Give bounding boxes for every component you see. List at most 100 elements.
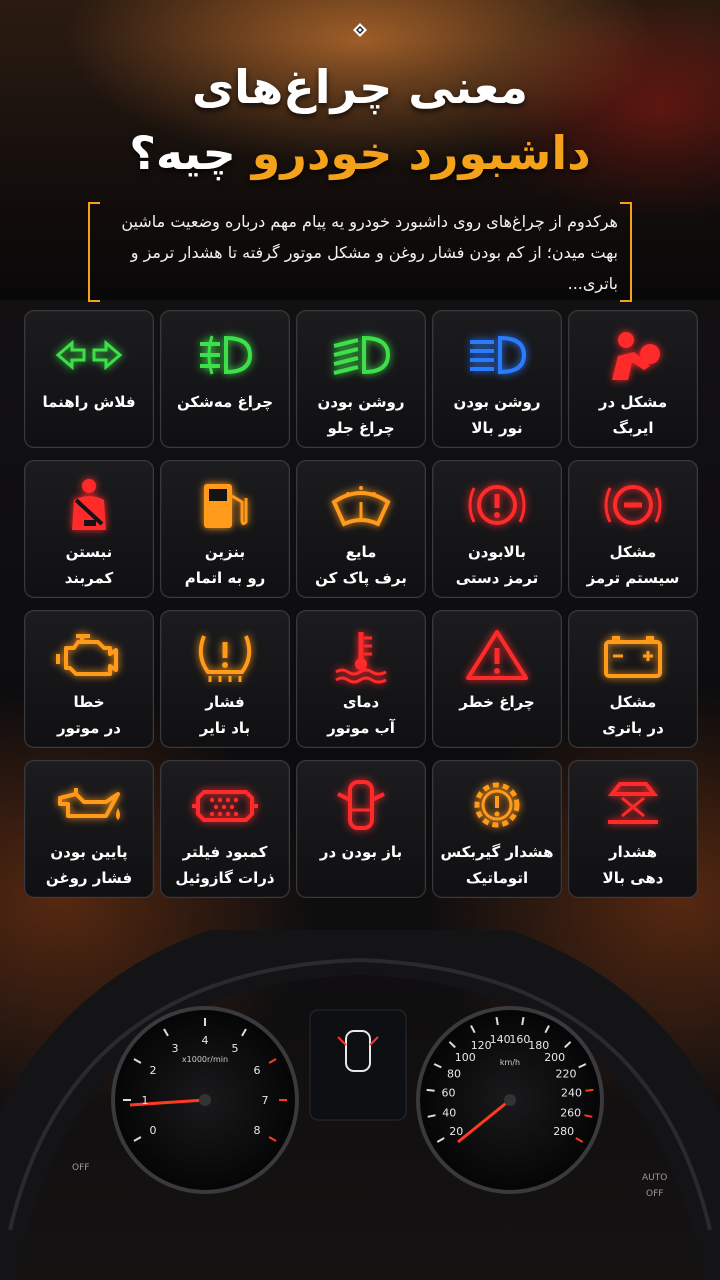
warning-card: مشکل در ایربگ xyxy=(568,310,698,448)
instrument-cluster: x1000r/min km/h 0 1 2 3 4 5 6 7 8 20 40 60 80 100120… xyxy=(0,930,720,1280)
warning-card: باز بودن در xyxy=(296,760,426,898)
warning-card-label-line1: مشکل در xyxy=(598,393,668,411)
diesel-filter-icon xyxy=(188,775,262,835)
warning-card-label-line2: رو به اتمام xyxy=(184,569,266,587)
warning-card: پایین بودن فشار روغن xyxy=(24,760,154,898)
speed-tick-mark xyxy=(521,1016,525,1026)
transmission-icon xyxy=(460,775,534,835)
warning-card: بالابودن ترمز دستی xyxy=(432,460,562,598)
warning-card-label: کمبود فیلتر ذرات گازوئیل xyxy=(163,839,287,891)
speed-tick-label: 40 xyxy=(442,1106,456,1119)
warning-card-label-line2: ترمز دستی xyxy=(455,569,539,587)
speed-tick-label: 100 xyxy=(455,1051,476,1064)
warning-card-label-line2: چراغ جلو xyxy=(327,419,395,437)
warning-card-label: نبستن کمربند xyxy=(27,539,151,591)
warning-card: چراغ مه‌شکن xyxy=(160,310,290,448)
warning-card-label-line1: نبستن xyxy=(65,543,113,561)
tach-tick-label: 4 xyxy=(202,1034,209,1047)
warning-card-label-line1: فلاش راهنما xyxy=(42,393,136,411)
warning-card: خطا در موتور xyxy=(24,610,154,748)
brand-logo-icon xyxy=(353,23,367,37)
title-highlight: داشبورد خودرو xyxy=(251,126,591,180)
bracket-left xyxy=(88,202,100,302)
warning-card-label-line2: باد تایر xyxy=(199,719,251,737)
tach-tick-label: 7 xyxy=(262,1094,269,1107)
warning-card-label: دمای آب موتور xyxy=(299,689,423,741)
warning-card-label-line1: روشن بودن xyxy=(317,393,405,411)
warning-card-label-line1: پایین بودن xyxy=(50,843,128,861)
warning-lights-grid: مشکل در ایربگ روشن بودن نور بالا روشن بودن چر… xyxy=(22,310,698,898)
fog-light-icon xyxy=(188,325,262,385)
turn-signal-icon xyxy=(52,325,126,385)
warning-card-label-line1: بنزین xyxy=(204,543,246,561)
warning-card-label: فشار باد تایر xyxy=(163,689,287,741)
speed-tick-label: 200 xyxy=(544,1051,565,1064)
page-title-line1: معنی چراغ‌های xyxy=(191,60,529,114)
headlight-icon xyxy=(324,325,398,385)
hazard-icon xyxy=(460,625,534,685)
speed-tick-mark xyxy=(585,1088,594,1092)
tire-pressure-icon xyxy=(188,625,262,685)
speed-tick-mark xyxy=(495,1016,499,1026)
warning-card-label-line1: خطا xyxy=(73,693,105,711)
tach-tick-label: 6 xyxy=(254,1064,261,1077)
warning-card-label: بنزین رو به اتمام xyxy=(163,539,287,591)
warning-card-label-line1: روشن بودن xyxy=(453,393,541,411)
warning-card-label-line2: سیستم ترمز xyxy=(586,569,680,587)
warning-card-label-line1: فشار xyxy=(205,693,245,711)
speed-tick-label: 80 xyxy=(447,1067,461,1080)
warning-card-label-line1: بالابودن xyxy=(468,543,526,561)
lift-warning-icon xyxy=(596,775,670,835)
warning-card-label-line1: دمای xyxy=(342,693,380,711)
description-box: هرکدوم از چراغ‌های روی داشبورد خودرو یه … xyxy=(88,202,632,302)
warning-card-label: مشکل سیستم ترمز xyxy=(571,539,695,591)
button-auto-right: AUTO xyxy=(642,1173,667,1183)
warning-card-label: مشکل در ایربگ xyxy=(571,389,695,441)
brake-system-icon xyxy=(596,475,670,535)
warning-card: چراغ خطر xyxy=(432,610,562,748)
warning-card: کمبود فیلتر ذرات گازوئیل xyxy=(160,760,290,898)
warning-card: هشدار دهی بالا xyxy=(568,760,698,898)
warning-card: مشکل سیستم ترمز xyxy=(568,460,698,598)
button-off-right: OFF xyxy=(646,1189,663,1199)
fuel-icon xyxy=(188,475,262,535)
warning-card-label-line2: نور بالا xyxy=(471,419,523,437)
warning-card: فلاش راهنما xyxy=(24,310,154,448)
warning-card: هشدار گیربکس اتوماتیک xyxy=(432,760,562,898)
warning-card-label: پایین بودن فشار روغن xyxy=(27,839,151,891)
warning-card-label-line1: هشدار xyxy=(608,843,658,861)
warning-card-label: روشن بودن چراغ جلو xyxy=(299,389,423,441)
title-question: چیه؟ xyxy=(129,126,236,180)
warning-card: روشن بودن نور بالا xyxy=(432,310,562,448)
airbag-icon xyxy=(596,325,670,385)
warning-card: مایع برف پاک کن xyxy=(296,460,426,598)
speed-tick-label: 220 xyxy=(556,1067,577,1080)
washer-fluid-icon xyxy=(324,475,398,535)
warning-card: روشن بودن چراغ جلو xyxy=(296,310,426,448)
warning-card-label-line2: فشار روغن xyxy=(45,869,133,887)
tach-tick-label: 5 xyxy=(232,1042,239,1055)
warning-card-label: چراغ مه‌شکن xyxy=(163,389,287,415)
battery-icon xyxy=(596,625,670,685)
warning-card-label-line1: مشکل xyxy=(609,543,657,561)
warning-card-label: باز بودن در xyxy=(299,839,423,865)
speed-tick-label: 20 xyxy=(449,1125,463,1138)
speed-tick-mark xyxy=(426,1088,435,1092)
warning-card-label: فلاش راهنما xyxy=(27,389,151,415)
high-beam-icon xyxy=(460,325,534,385)
warning-card-label-line2: اتوماتیک xyxy=(465,869,529,887)
parking-brake-icon xyxy=(460,475,534,535)
warning-card-label-line1: کمبود فیلتر xyxy=(182,843,268,861)
speed-tick-label: 120 xyxy=(471,1039,492,1052)
tach-tick-label: 2 xyxy=(150,1064,157,1077)
warning-card-label: مایع برف پاک کن xyxy=(299,539,423,591)
check-engine-icon xyxy=(52,625,126,685)
warning-card-label-line2: ذرات گازوئیل xyxy=(175,869,275,887)
warning-card-label-line1: چراغ خطر xyxy=(459,693,535,711)
warning-card-label-line1: باز بودن در xyxy=(319,843,403,861)
warning-card-label: خطا در موتور xyxy=(27,689,151,741)
seatbelt-icon xyxy=(52,475,126,535)
speed-tick-label: 280 xyxy=(553,1125,574,1138)
warning-card-label: روشن بودن نور بالا xyxy=(435,389,559,441)
warning-card-label-line2: دهی بالا xyxy=(602,869,664,887)
